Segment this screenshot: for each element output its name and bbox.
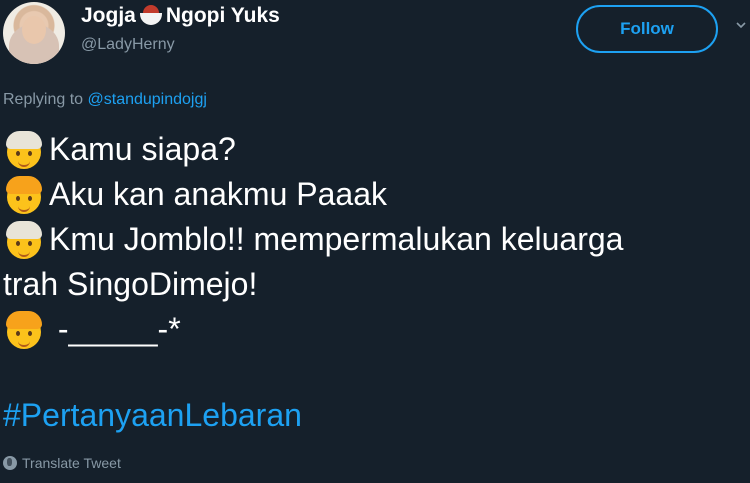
globe-icon bbox=[3, 456, 17, 470]
display-name-part1[interactable]: Jogja bbox=[81, 4, 136, 28]
avatar-face bbox=[22, 16, 46, 44]
translate-tweet-link[interactable]: Translate Tweet bbox=[3, 455, 121, 471]
display-name[interactable]: Jogja Ngopi Yuks bbox=[81, 4, 280, 28]
tweet-line-text: Kamu siapa? bbox=[49, 131, 236, 167]
reply-mention-link[interactable]: @standupindojgj bbox=[88, 91, 207, 108]
follow-button[interactable]: Follow bbox=[576, 5, 718, 53]
tweet-line: Kmu Jomblo!! mempermalukan keluarga bbox=[3, 217, 743, 262]
tweet-header: Jogja Ngopi Yuks @LadyHerny Follow bbox=[0, 0, 750, 80]
old-man-face-icon bbox=[3, 220, 45, 260]
child-face-icon bbox=[3, 310, 45, 350]
tweet-line-text: Kmu Jomblo!! mempermalukan keluarga bbox=[49, 221, 624, 257]
child-face-icon bbox=[3, 175, 45, 215]
tweet-line: -_____-* bbox=[3, 307, 743, 352]
avatar[interactable] bbox=[3, 2, 65, 64]
tweet-line: trah SingoDimejo! bbox=[3, 262, 743, 307]
tweet-line-text: Aku kan anakmu Paaak bbox=[49, 176, 387, 212]
tweet-text: Kamu siapa? Aku kan anakmu Paaak Kmu Jom… bbox=[3, 127, 743, 352]
tweet-line-text: trah SingoDimejo! bbox=[3, 266, 258, 302]
hashtag-link[interactable]: #PertanyaanLebaran bbox=[3, 397, 302, 434]
translate-label[interactable]: Translate Tweet bbox=[22, 455, 121, 471]
replying-to-label: Replying to bbox=[3, 91, 84, 108]
chevron-down-icon[interactable] bbox=[736, 20, 746, 30]
user-handle[interactable]: @LadyHerny bbox=[81, 36, 175, 54]
replying-to: Replying to @standupindojgj bbox=[3, 91, 207, 109]
ramen-bowl-icon bbox=[138, 5, 164, 27]
tweet-line-text: -_____-* bbox=[49, 311, 181, 347]
tweet-line: Kamu siapa? bbox=[3, 127, 743, 172]
tweet-line: Aku kan anakmu Paaak bbox=[3, 172, 743, 217]
display-name-part2[interactable]: Ngopi Yuks bbox=[166, 4, 280, 28]
old-man-face-icon bbox=[3, 130, 45, 170]
